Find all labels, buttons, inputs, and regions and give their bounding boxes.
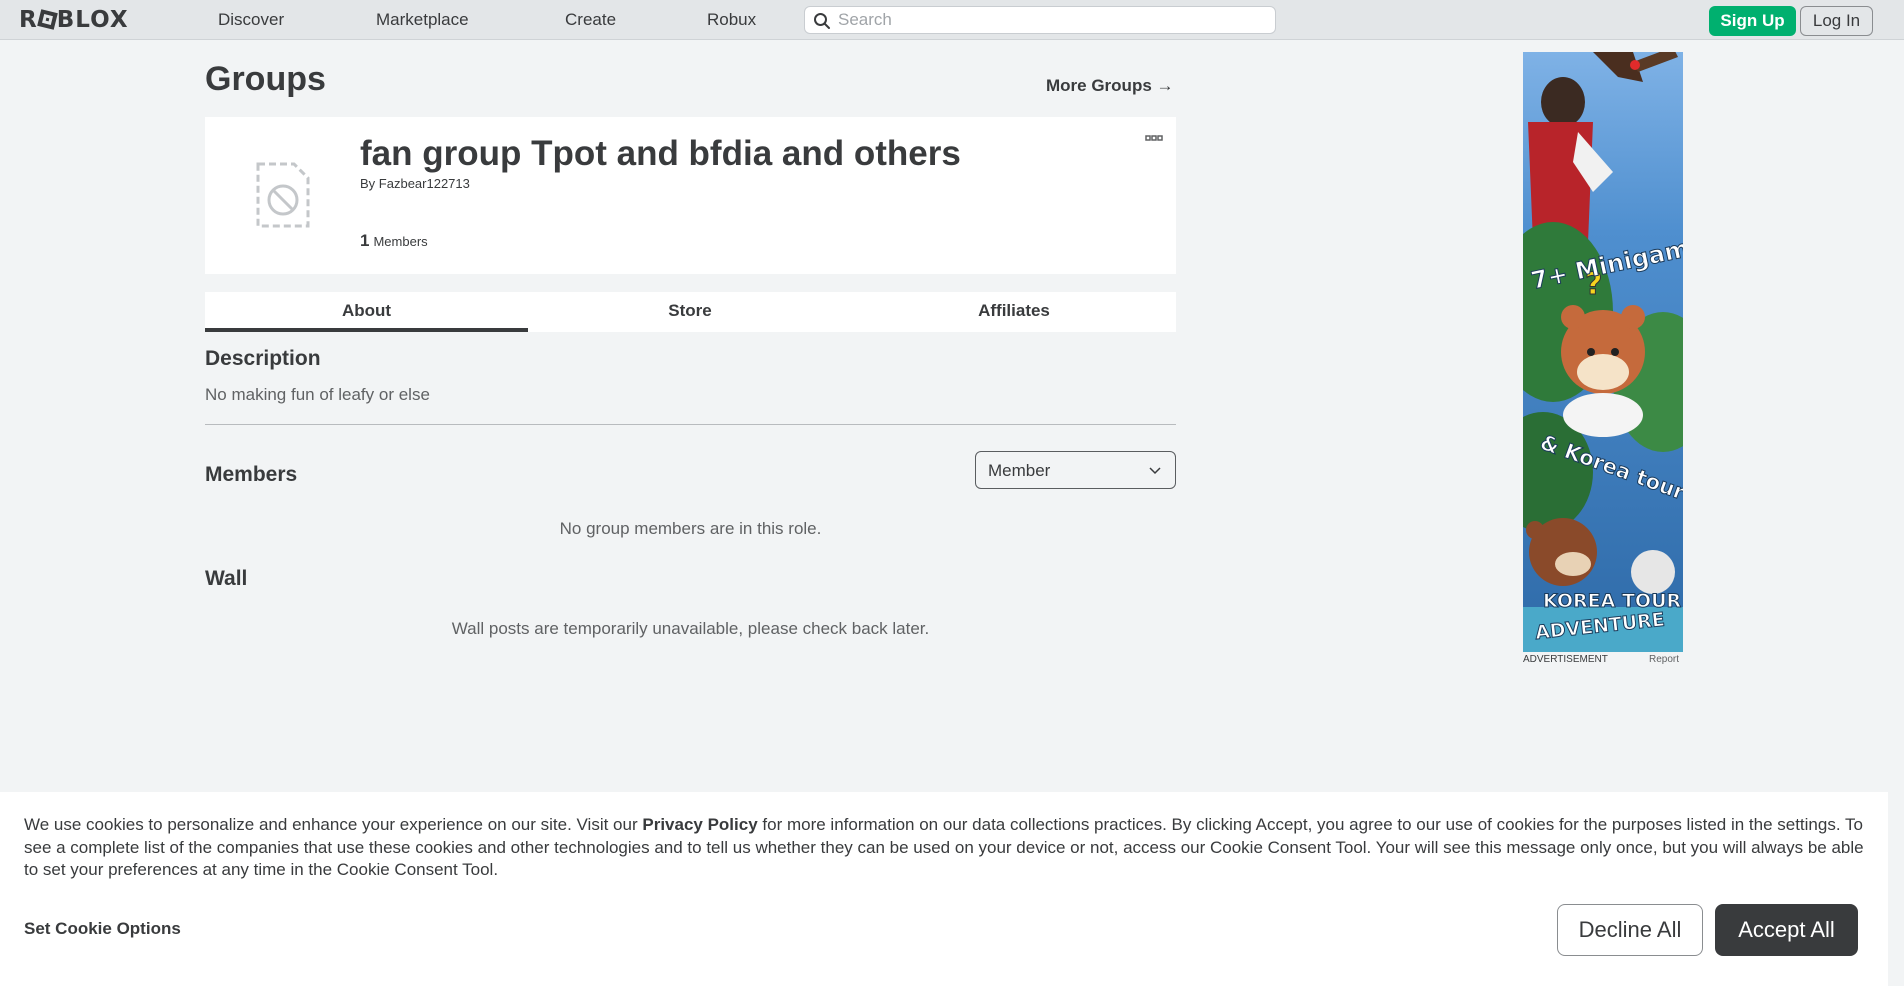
search-icon	[814, 13, 830, 29]
members-count-value: 1	[360, 231, 370, 250]
description-heading: Description	[205, 347, 321, 370]
group-member-count: 1 Members	[360, 231, 428, 251]
logo-tilted-o-icon	[36, 9, 58, 30]
group-owner-link[interactable]: Fazbear122713	[379, 176, 470, 191]
cookie-consent-banner: We use cookies to personalize and enhanc…	[0, 792, 1888, 986]
group-tabs: About Store Affiliates	[205, 292, 1176, 332]
top-navigation-bar: R BLOX Discover Marketplace Create Robux …	[0, 0, 1904, 40]
nav-link-robux[interactable]: Robux	[707, 0, 756, 40]
cookie-consent-text: We use cookies to personalize and enhanc…	[24, 814, 1874, 882]
more-options-icon[interactable]	[1145, 134, 1163, 142]
role-dropdown[interactable]: Member	[975, 451, 1176, 489]
group-emblem-placeholder-icon	[256, 162, 310, 228]
nav-link-create[interactable]: Create	[565, 0, 616, 40]
more-groups-link[interactable]: More Groups →	[1046, 76, 1174, 96]
sign-up-button[interactable]: Sign Up	[1709, 6, 1796, 36]
page-scrollbar[interactable]	[1888, 40, 1904, 986]
wall-heading: Wall	[205, 567, 248, 590]
wall-unavailable-message: Wall posts are temporarily unavailable, …	[451, 619, 930, 638]
tab-affiliates[interactable]: Affiliates	[852, 292, 1176, 332]
log-in-button[interactable]: Log In	[1800, 6, 1873, 36]
advertisement-banner[interactable]: ? 7+ Minigames & Korea tour! KOREA TOUR …	[1523, 52, 1683, 652]
group-owner-line: By Fazbear122713	[360, 176, 470, 191]
roblox-logo[interactable]: R BLOX	[19, 7, 129, 33]
accept-all-button[interactable]: Accept All	[1715, 904, 1858, 956]
members-count-label: Members	[373, 234, 428, 249]
chevron-down-icon	[1149, 467, 1161, 475]
nav-link-discover[interactable]: Discover	[218, 0, 284, 40]
tab-about[interactable]: About	[205, 292, 528, 332]
set-cookie-options-link[interactable]: Set Cookie Options	[24, 919, 181, 939]
group-description: No making fun of leafy or else	[205, 385, 430, 404]
members-heading: Members	[205, 463, 298, 486]
nav-link-marketplace[interactable]: Marketplace	[376, 0, 469, 40]
group-header-card: fan group Tpot and bfdia and others By F…	[205, 117, 1176, 274]
cookie-text-intro: We use cookies to personalize and enhanc…	[24, 815, 643, 834]
members-empty-message: No group members are in this role.	[559, 519, 822, 538]
tab-store[interactable]: Store	[528, 292, 852, 332]
group-by-prefix: By	[360, 176, 376, 191]
search-box[interactable]	[804, 6, 1276, 34]
section-divider	[205, 424, 1176, 425]
privacy-policy-link[interactable]: Privacy Policy	[642, 815, 757, 834]
role-dropdown-value: Member	[988, 461, 1051, 480]
group-name: fan group Tpot and bfdia and others	[360, 134, 961, 173]
report-ad-link[interactable]: Report	[1649, 654, 1679, 665]
search-input[interactable]	[838, 9, 1263, 31]
advertisement-label: ADVERTISEMENT	[1523, 654, 1608, 665]
page-title: Groups	[205, 60, 326, 98]
advertisement-image: ? 7+ Minigames & Korea tour! KOREA TOUR …	[1523, 52, 1683, 652]
decline-all-button[interactable]: Decline All	[1557, 904, 1703, 956]
